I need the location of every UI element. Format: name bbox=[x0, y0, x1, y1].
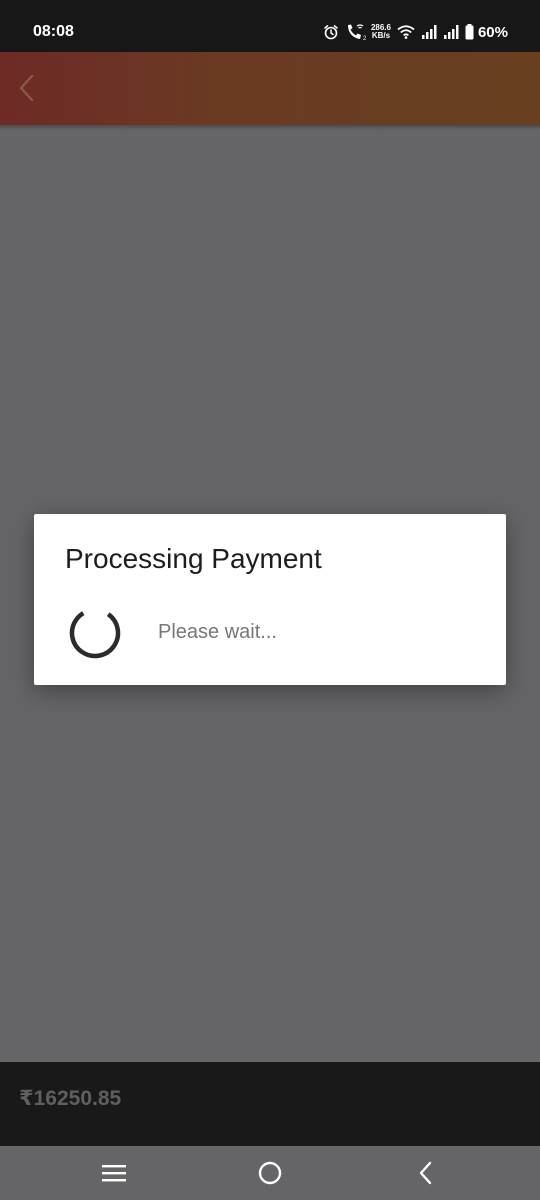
signal-icon bbox=[443, 25, 459, 39]
net-speed-unit: KB/s bbox=[371, 31, 391, 40]
dialog-message: Please wait... bbox=[158, 621, 277, 643]
status-time: 08:08 bbox=[33, 23, 74, 40]
battery-percent: 60% bbox=[477, 23, 508, 41]
status-bar: 08:08 2 286.6 KB/s 60% bbox=[0, 0, 540, 52]
dialog-title: Processing Payment bbox=[65, 543, 322, 574]
app-toolbar bbox=[0, 52, 540, 125]
back-icon bbox=[419, 1161, 432, 1185]
svg-text:2: 2 bbox=[363, 36, 367, 41]
net-speed: 286.6 KB/s bbox=[371, 24, 391, 40]
recent-apps-icon bbox=[102, 1165, 126, 1182]
system-nav-bar bbox=[0, 1146, 540, 1200]
toolbar-shadow bbox=[0, 125, 540, 130]
nav-back-button[interactable] bbox=[408, 1156, 444, 1190]
battery-icon bbox=[465, 24, 474, 40]
recent-apps-button[interactable] bbox=[96, 1156, 132, 1190]
alarm-icon bbox=[323, 24, 339, 40]
toolbar-back-button[interactable] bbox=[12, 70, 40, 106]
payment-amount: ₹16250.85 bbox=[19, 1087, 122, 1110]
wifi-icon bbox=[397, 25, 415, 39]
home-icon bbox=[258, 1161, 282, 1185]
home-button[interactable] bbox=[252, 1156, 288, 1190]
loading-spinner-icon bbox=[69, 607, 121, 659]
signal-icon bbox=[421, 25, 437, 39]
payment-summary-bar: ₹16250.85 bbox=[0, 1062, 540, 1146]
status-icons: 2 286.6 KB/s 60% bbox=[317, 20, 508, 44]
processing-dialog: Processing Payment Please wait... bbox=[34, 514, 506, 685]
chevron-left-icon bbox=[19, 74, 34, 102]
wifi-call-icon: 2 bbox=[345, 23, 367, 41]
